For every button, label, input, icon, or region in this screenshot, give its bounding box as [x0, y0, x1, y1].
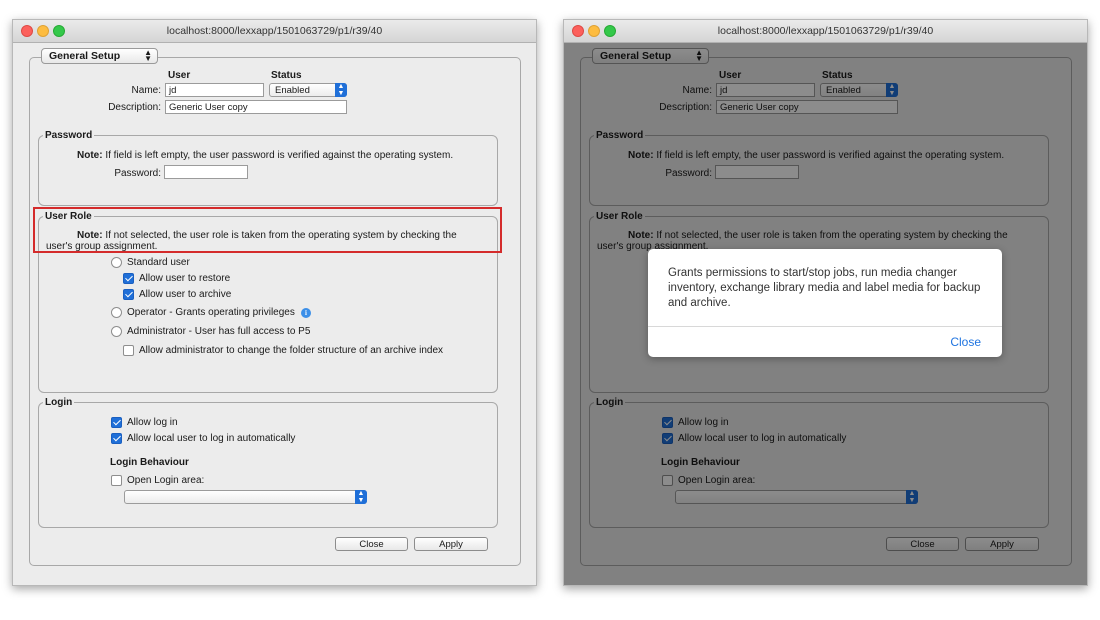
allow-local-auto-checkbox[interactable]	[111, 433, 122, 444]
allow-archive-checkbox[interactable]	[123, 289, 134, 300]
section-popup[interactable]: General Setup ▲ ▼	[41, 48, 158, 64]
select-chevron-icon: ▲ ▼	[355, 490, 367, 504]
status-select-value: Enabled	[275, 85, 310, 96]
allow-admin-folder-label: Allow administrator to change the folder…	[139, 345, 444, 356]
window-url: localhost:8000/lexxapp/1501063729/p1/r39…	[717, 25, 934, 37]
operator-radio[interactable]	[111, 307, 122, 318]
password-label: Password:	[114, 168, 161, 179]
apply-button[interactable]: Apply	[414, 537, 488, 551]
open-login-area-label: Open Login area:	[127, 475, 205, 486]
login-behaviour-heading: Login Behaviour	[110, 457, 189, 468]
open-login-area-checkbox[interactable]	[111, 475, 122, 486]
status-select[interactable]: Enabled ▲ ▼	[269, 83, 347, 97]
password-note: Note: If field is left empty, the user p…	[77, 150, 453, 161]
password-legend: Password	[43, 130, 95, 141]
allow-admin-folder-checkbox[interactable]	[123, 345, 134, 356]
info-dialog: Grants permissions to start/stop jobs, r…	[648, 249, 1002, 357]
user-column-header: User	[168, 70, 191, 81]
description-field[interactable]: Generic User copy	[165, 100, 347, 114]
name-label: Name:	[131, 85, 161, 96]
administrator-radio[interactable]	[111, 326, 122, 337]
info-icon[interactable]: i	[301, 308, 311, 318]
allow-restore-label: Allow user to restore	[139, 273, 231, 284]
password-field[interactable]	[164, 165, 248, 179]
login-area-select[interactable]: ▲ ▼	[124, 490, 367, 504]
standard-user-label: Standard user	[127, 257, 190, 268]
login-group	[38, 402, 498, 528]
updown-chevron-icon: ▲ ▼	[144, 48, 152, 63]
dialog-message: Grants permissions to start/stop jobs, r…	[668, 267, 981, 309]
dialog-divider	[648, 326, 1002, 327]
allow-login-label: Allow log in	[127, 417, 178, 428]
user-settings-window: localhost:8000/lexxapp/1501063729/p1/r39…	[12, 19, 537, 586]
password-note-text: If field is left empty, the user passwor…	[102, 150, 454, 161]
title-bar: localhost:8000/lexxapp/1501063729/p1/r39…	[564, 20, 1087, 43]
select-chevron-icon: ▲ ▼	[335, 83, 347, 97]
dialog-close-button[interactable]: Close	[950, 335, 981, 349]
description-label: Description:	[108, 102, 161, 113]
allow-archive-label: Allow user to archive	[139, 289, 232, 300]
standard-user-radio[interactable]	[111, 257, 122, 268]
login-legend: Login	[43, 397, 75, 408]
allow-local-auto-label: Allow local user to log in automatically	[127, 433, 296, 444]
name-field[interactable]: jd	[165, 83, 264, 97]
close-button[interactable]: Close	[335, 537, 408, 551]
operator-label: Operator - Grants operating privileges	[127, 307, 295, 318]
administrator-label: Administrator - User has full access to …	[127, 326, 311, 337]
highlight-box	[33, 207, 502, 253]
status-column-header: Status	[271, 70, 302, 81]
allow-restore-checkbox[interactable]	[123, 273, 134, 284]
note-label: Note:	[77, 150, 103, 161]
allow-login-checkbox[interactable]	[111, 417, 122, 428]
title-bar: localhost:8000/lexxapp/1501063729/p1/r39…	[13, 20, 536, 43]
user-settings-window-with-dialog: localhost:8000/lexxapp/1501063729/p1/r39…	[563, 19, 1088, 586]
window-url: localhost:8000/lexxapp/1501063729/p1/r39…	[166, 25, 383, 37]
section-popup-label: General Setup	[49, 50, 121, 62]
